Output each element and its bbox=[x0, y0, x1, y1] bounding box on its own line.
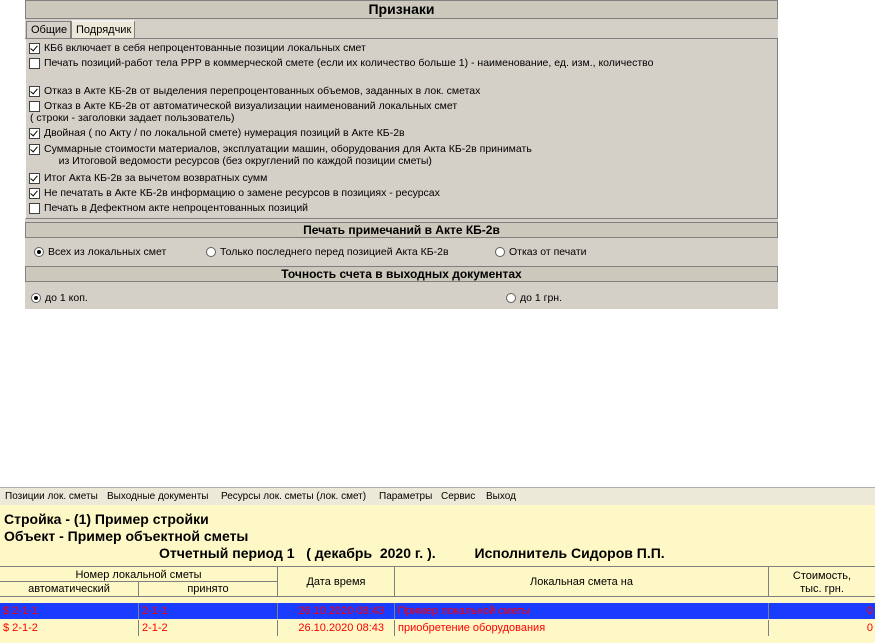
option-label: Двойная ( по Акту / по локальной смете) … bbox=[44, 127, 405, 139]
radio-label: Отказ от печати bbox=[509, 246, 587, 258]
precision-radio-kop[interactable]: до 1 коп. bbox=[31, 292, 88, 304]
option-checkbox[interactable] bbox=[29, 43, 40, 54]
cell-datetime: 26.10.2020 08:43 bbox=[278, 620, 395, 636]
option-label: Отказ в Акте КБ-2в от выделения перепроц… bbox=[44, 85, 481, 97]
tab-contractor[interactable]: Подрядчик bbox=[71, 20, 135, 39]
notes-radio-all[interactable]: Всех из локальных смет bbox=[34, 246, 166, 258]
option-refuse-autoviz[interactable]: Отказ в Акте КБ-2в от автоматической виз… bbox=[29, 100, 457, 124]
menu-bar: Позиции лок. сметы Выходные документы Ре… bbox=[0, 488, 875, 505]
notes-radio-last[interactable]: Только последнего перед позицией Акта КБ… bbox=[206, 246, 449, 258]
radio-button[interactable] bbox=[31, 293, 41, 303]
radio-label: до 1 грн. bbox=[520, 292, 563, 304]
cell-auto: $ 2-1-2 bbox=[0, 620, 139, 636]
col-accepted-header[interactable]: принято bbox=[139, 582, 278, 597]
option-checkbox[interactable] bbox=[29, 86, 40, 97]
radio-button[interactable] bbox=[506, 293, 516, 303]
col-cost-line2: тыс. грн. bbox=[800, 583, 844, 595]
option-checkbox[interactable] bbox=[29, 144, 40, 155]
cell-estimate: Пример локальной сметы bbox=[395, 603, 769, 619]
option-checkbox[interactable] bbox=[29, 203, 40, 214]
project-line: Стройка - (1) Пример стройки bbox=[4, 511, 209, 527]
option-checkbox[interactable] bbox=[29, 101, 40, 112]
menu-service[interactable]: Сервис bbox=[441, 488, 475, 505]
col-group-number: Номер локальной сметы bbox=[0, 566, 278, 582]
col-cost-line1: Стоимость, bbox=[792, 570, 852, 582]
option-checkbox[interactable] bbox=[29, 173, 40, 184]
option-label: Отказ в Акте КБ-2в от автоматической виз… bbox=[44, 100, 458, 112]
option-label: Печать в Дефектном акте непроцентованных… bbox=[44, 202, 309, 214]
radio-label: Всех из локальных смет bbox=[48, 246, 167, 258]
object-line: Объект - Пример объектной сметы bbox=[4, 528, 249, 544]
precision-section-title: Точность счета в выходных документах bbox=[25, 266, 778, 282]
col-estimate-header[interactable]: Локальная смета на bbox=[395, 566, 769, 597]
tab-contractor-label: Подрядчик bbox=[76, 24, 132, 36]
cell-datetime: 26.10.2020 08:43 bbox=[278, 603, 395, 619]
option-minus-returns[interactable]: Итог Акта КБ-2в за вычетом возвратных су… bbox=[29, 172, 267, 184]
cell-cost: 0 bbox=[866, 605, 873, 617]
radio-label: Только последнего перед позицией Акта КБ… bbox=[220, 246, 449, 258]
option-summary-costs[interactable]: Суммарные стоимости материалов, эксплуат… bbox=[29, 143, 532, 167]
cell-cost: 0 bbox=[866, 622, 873, 634]
option-kb6-includes[interactable]: КБ6 включает в себя непроцентованные поз… bbox=[29, 42, 366, 54]
option-label: Не печатать в Акте КБ-2в информацию о за… bbox=[44, 187, 440, 199]
option-sublabel: ( строки - заголовки задает пользователь… bbox=[30, 112, 235, 124]
menu-positions[interactable]: Позиции лок. сметы bbox=[5, 488, 98, 505]
table-row[interactable]: $ 2-1-2 2-1-2 26.10.2020 08:43 приобрете… bbox=[0, 620, 875, 637]
period-line: Отчетный период 1 ( декабрь 2020 г. ). И… bbox=[159, 545, 665, 561]
notes-section-title: Печать примечаний в Акте КБ-2в bbox=[25, 222, 778, 238]
tab-general-label: Общие bbox=[31, 24, 68, 36]
option-no-replacement-info[interactable]: Не печатать в Акте КБ-2в информацию о за… bbox=[29, 187, 440, 199]
option-double-numbering[interactable]: Двойная ( по Акту / по локальной смете) … bbox=[29, 127, 405, 139]
tab-general[interactable]: Общие bbox=[26, 21, 71, 38]
option-print-rrr[interactable]: Печать позиций-работ тела РРР в коммерче… bbox=[29, 57, 653, 69]
radio-button[interactable] bbox=[495, 247, 505, 257]
settings-panel: Признаки Общие Подрядчик КБ6 включает в … bbox=[25, 0, 778, 309]
settings-title: Признаки bbox=[25, 0, 778, 19]
app-window: Позиции лок. сметы Выходные документы Ре… bbox=[0, 487, 875, 643]
radio-button[interactable] bbox=[206, 247, 216, 257]
menu-resources[interactable]: Ресурсы лок. сметы (лок. смет) bbox=[221, 488, 366, 505]
option-label: КБ6 включает в себя непроцентованные поз… bbox=[44, 42, 366, 54]
options-group: КБ6 включает в себя непроцентованные поз… bbox=[25, 39, 778, 219]
cell-accepted: 2-1-2 bbox=[139, 620, 278, 636]
option-checkbox[interactable] bbox=[29, 128, 40, 139]
option-label: Суммарные стоимости материалов, эксплуат… bbox=[44, 143, 532, 155]
col-auto-header[interactable]: автоматический bbox=[0, 582, 139, 597]
cell-auto: $ 2-1-1 bbox=[0, 603, 139, 619]
menu-exit[interactable]: Выход bbox=[486, 488, 516, 505]
estimates-table: Номер локальной сметы автоматический при… bbox=[0, 566, 875, 643]
table-row[interactable]: $ 2-1-1 2-1-1 26.10.2020 08:43 Пример ло… bbox=[0, 603, 875, 619]
option-sublabel: из Итоговой ведомости ресурсов (без окру… bbox=[44, 155, 432, 167]
menu-parameters[interactable]: Параметры bbox=[379, 488, 432, 505]
col-cost-header[interactable]: Стоимость, тыс. грн. bbox=[769, 566, 875, 597]
option-checkbox[interactable] bbox=[29, 188, 40, 199]
precision-radio-grn[interactable]: до 1 грн. bbox=[506, 292, 562, 304]
col-datetime-header[interactable]: Дата время bbox=[278, 566, 395, 597]
cell-accepted: 2-1-1 bbox=[139, 603, 278, 619]
notes-radio-none[interactable]: Отказ от печати bbox=[495, 246, 587, 258]
option-refuse-overpercent[interactable]: Отказ в Акте КБ-2в от выделения перепроц… bbox=[29, 85, 480, 97]
radio-button[interactable] bbox=[34, 247, 44, 257]
option-checkbox[interactable] bbox=[29, 58, 40, 69]
option-label: Итог Акта КБ-2в за вычетом возвратных су… bbox=[44, 172, 268, 184]
option-label: Печать позиций-работ тела РРР в коммерче… bbox=[44, 57, 654, 69]
menu-output-docs[interactable]: Выходные документы bbox=[107, 488, 208, 505]
cell-estimate: приобретение оборудования bbox=[395, 620, 769, 636]
radio-label: до 1 коп. bbox=[45, 292, 88, 304]
option-defect-act[interactable]: Печать в Дефектном акте непроцентованных… bbox=[29, 202, 308, 214]
